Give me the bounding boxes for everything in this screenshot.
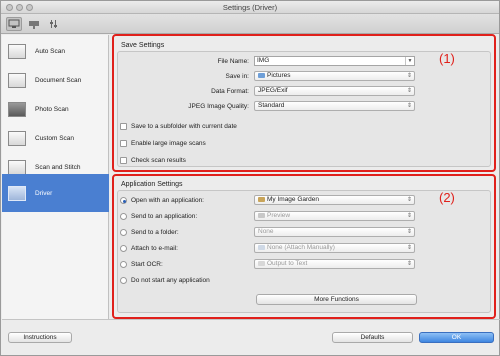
defaults-button[interactable]: Defaults bbox=[332, 332, 413, 343]
updown-arrows-icon: ⇕ bbox=[406, 73, 412, 79]
jpeg-quality-label: JPEG Image Quality: bbox=[188, 103, 249, 110]
photo-scan-icon bbox=[8, 102, 26, 117]
scan-from-computer-icon[interactable] bbox=[6, 17, 22, 31]
send-to-app-value: Preview bbox=[267, 212, 291, 219]
jpeg-quality-popup[interactable]: Standard ⇕ bbox=[254, 101, 415, 111]
save-in-value: Pictures bbox=[267, 72, 291, 79]
check-results-checkbox[interactable] bbox=[120, 157, 127, 164]
data-format-value: JPEG/Exif bbox=[258, 87, 288, 94]
updown-arrows-icon: ⇕ bbox=[406, 103, 412, 109]
send-to-folder-label: Send to a folder: bbox=[131, 229, 179, 236]
scan-from-operation-panel-icon[interactable] bbox=[26, 17, 42, 31]
custom-scan-icon bbox=[8, 131, 26, 146]
subfolder-checkbox[interactable] bbox=[120, 123, 127, 130]
start-ocr-value: Output to Text bbox=[267, 260, 308, 267]
auto-scan-icon bbox=[8, 44, 26, 59]
updown-arrows-icon: ⇕ bbox=[406, 261, 412, 267]
attach-email-popup[interactable]: None (Attach Manually) ⇕ bbox=[254, 243, 415, 253]
folder-icon bbox=[258, 72, 265, 78]
file-name-combobox[interactable]: IMG ▼ bbox=[254, 56, 415, 66]
driver-icon bbox=[8, 185, 26, 201]
ok-button[interactable]: OK bbox=[419, 332, 494, 343]
general-settings-icon[interactable] bbox=[46, 17, 62, 31]
save-in-label: Save in: bbox=[225, 73, 250, 80]
title-bar: Settings (Driver) bbox=[1, 1, 499, 14]
application-settings-marker: (2) bbox=[439, 190, 455, 205]
subfolder-checkbox-label: Save to a subfolder with current date bbox=[131, 123, 237, 130]
sidebar-item-label: Driver bbox=[35, 189, 53, 197]
chevron-down-icon[interactable]: ▼ bbox=[405, 57, 414, 65]
attach-email-radio[interactable] bbox=[120, 245, 127, 252]
file-name-value: IMG bbox=[257, 57, 270, 64]
scan-and-stitch-icon bbox=[8, 160, 26, 175]
save-settings-marker: (1) bbox=[439, 51, 455, 66]
preview-app-icon bbox=[258, 212, 265, 218]
updown-arrows-icon: ⇕ bbox=[406, 88, 412, 94]
updown-arrows-icon: ⇕ bbox=[406, 197, 412, 203]
instructions-button[interactable]: Instructions bbox=[8, 332, 72, 343]
save-settings-title: Save Settings bbox=[121, 42, 165, 49]
sidebar-item-document-scan[interactable]: Document Scan bbox=[2, 66, 109, 95]
open-with-app-label: Open with an application: bbox=[131, 197, 204, 204]
updown-arrows-icon: ⇕ bbox=[406, 229, 412, 235]
scan-mode-sidebar: Auto Scan Document Scan Photo Scan Custo… bbox=[2, 35, 109, 319]
open-with-app-popup[interactable]: My Image Garden ⇕ bbox=[254, 195, 415, 205]
window-title: Settings (Driver) bbox=[222, 3, 278, 12]
data-format-popup[interactable]: JPEG/Exif ⇕ bbox=[254, 86, 415, 96]
sidebar-item-custom-scan[interactable]: Custom Scan bbox=[2, 124, 109, 153]
attach-email-value: None (Attach Manually) bbox=[267, 244, 335, 251]
sidebar-item-label: Document Scan bbox=[35, 77, 82, 84]
updown-arrows-icon: ⇕ bbox=[406, 213, 412, 219]
send-to-app-radio[interactable] bbox=[120, 213, 127, 220]
send-to-folder-radio[interactable] bbox=[120, 229, 127, 236]
footer-divider bbox=[2, 319, 500, 320]
application-settings-title: Application Settings bbox=[121, 181, 183, 188]
sidebar-item-label: Photo Scan bbox=[35, 106, 69, 113]
open-with-app-radio[interactable] bbox=[120, 197, 127, 204]
file-name-label: File Name: bbox=[217, 58, 249, 65]
start-ocr-radio[interactable] bbox=[120, 261, 127, 268]
no-app-label: Do not start any application bbox=[131, 277, 210, 284]
start-ocr-popup[interactable]: Output to Text ⇕ bbox=[254, 259, 415, 269]
sidebar-item-label: Auto Scan bbox=[35, 48, 65, 55]
attach-email-label: Attach to e-mail: bbox=[131, 245, 178, 252]
data-format-label: Data Format: bbox=[211, 88, 249, 95]
send-to-folder-popup[interactable]: None ⇕ bbox=[254, 227, 415, 237]
sidebar-item-label: Custom Scan bbox=[35, 135, 75, 142]
send-to-app-label: Send to an application: bbox=[131, 213, 198, 220]
more-functions-button[interactable]: More Functions bbox=[256, 294, 417, 305]
email-icon bbox=[258, 244, 265, 250]
check-results-checkbox-label: Check scan results bbox=[131, 157, 186, 164]
send-to-folder-value: None bbox=[258, 228, 274, 235]
document-scan-icon bbox=[8, 73, 26, 88]
save-in-popup[interactable]: Pictures ⇕ bbox=[254, 71, 415, 81]
start-ocr-label: Start OCR: bbox=[131, 261, 163, 268]
large-image-checkbox[interactable] bbox=[120, 140, 127, 147]
large-image-checkbox-label: Enable large image scans bbox=[131, 140, 206, 147]
updown-arrows-icon: ⇕ bbox=[406, 245, 412, 251]
jpeg-quality-value: Standard bbox=[258, 102, 285, 109]
ocr-text-icon bbox=[258, 260, 265, 266]
sidebar-item-photo-scan[interactable]: Photo Scan bbox=[2, 95, 109, 124]
sidebar-item-driver[interactable]: Driver bbox=[2, 174, 109, 212]
app-icon bbox=[258, 196, 265, 202]
sidebar-item-auto-scan[interactable]: Auto Scan bbox=[2, 37, 109, 66]
no-app-radio[interactable] bbox=[120, 277, 127, 284]
send-to-app-popup[interactable]: Preview ⇕ bbox=[254, 211, 415, 221]
toolbar bbox=[1, 14, 499, 34]
open-with-app-value: My Image Garden bbox=[267, 196, 320, 203]
sidebar-item-label: Scan and Stitch bbox=[35, 164, 81, 171]
settings-window: Settings (Driver) Auto Scan Document Sca… bbox=[0, 0, 500, 356]
